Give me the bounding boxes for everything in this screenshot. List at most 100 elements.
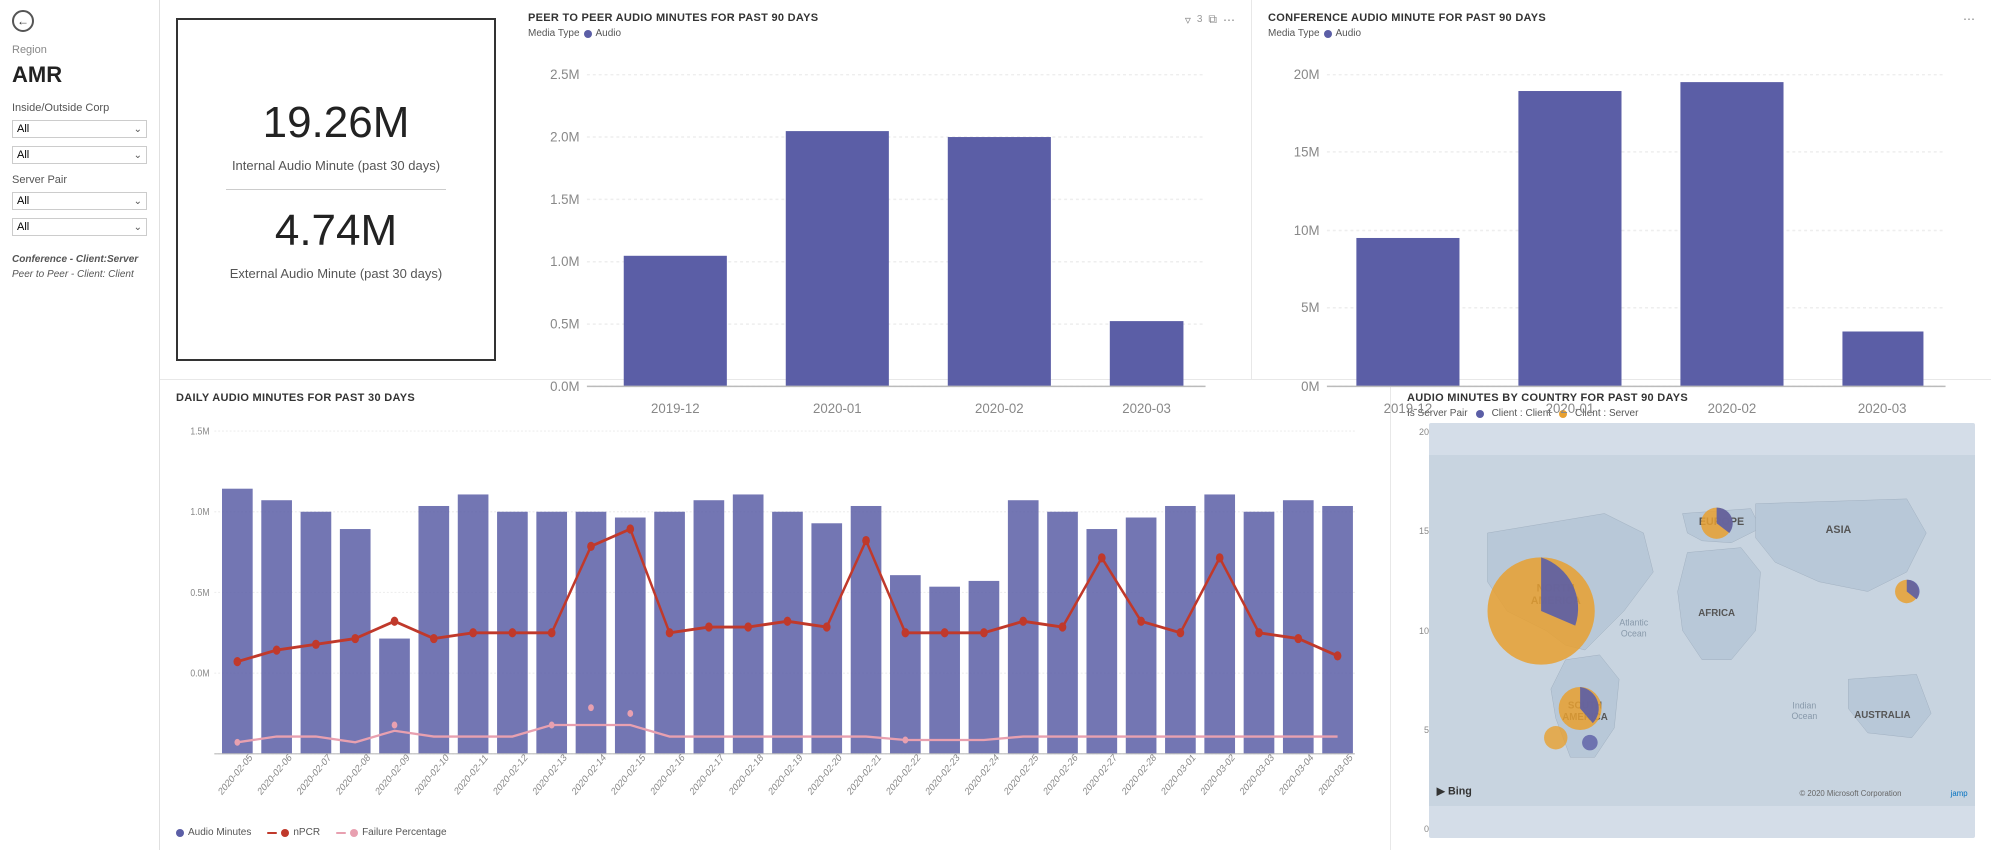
svg-text:2020-02-27: 2020-02-27 xyxy=(1081,752,1119,798)
kpi-value2: 4.74M xyxy=(275,206,397,256)
kpi-card: 19.26M Internal Audio Minute (past 30 da… xyxy=(176,18,496,361)
sidebar: ← Region AMR Inside/Outside Corp All ⌄ A… xyxy=(0,0,160,850)
npcr-legend: nPCR xyxy=(267,827,320,838)
svg-text:© 2020 Microsoft Corporation: © 2020 Microsoft Corporation xyxy=(1800,789,1902,798)
audio-minutes-legend: Audio Minutes xyxy=(176,827,251,838)
kpi-divider xyxy=(226,189,447,190)
svg-text:2020-03-01: 2020-03-01 xyxy=(1160,752,1198,798)
svg-text:2020-02-06: 2020-02-06 xyxy=(256,752,294,798)
svg-text:2020-02-18: 2020-02-18 xyxy=(727,752,765,798)
npcr-dot xyxy=(281,829,289,837)
svg-text:2020-02-28: 2020-02-28 xyxy=(1120,752,1158,798)
svg-text:2020-02-15: 2020-02-15 xyxy=(610,752,648,798)
svg-text:2020-02-26: 2020-02-26 xyxy=(1042,752,1080,798)
svg-text:AUSTRALIA: AUSTRALIA xyxy=(1854,710,1910,721)
server-pair-filter2[interactable]: All ⌄ xyxy=(12,218,147,236)
svg-text:2020-02-16: 2020-02-16 xyxy=(649,752,687,798)
svg-text:2020-02-05: 2020-02-05 xyxy=(217,752,255,798)
back-button[interactable]: ← xyxy=(12,10,147,32)
failure-legend: Failure Percentage xyxy=(336,827,447,838)
svg-text:15M: 15M xyxy=(1294,144,1320,159)
chevron-down-icon3: ⌄ xyxy=(134,196,142,207)
failure-dot xyxy=(350,829,358,837)
inside-outside-filter2[interactable]: All ⌄ xyxy=(12,146,147,164)
inside-outside-filter[interactable]: All ⌄ xyxy=(12,120,147,138)
filter2-label: Server Pair xyxy=(12,174,147,186)
npcr-line-icon xyxy=(267,832,277,834)
svg-text:2020-02-10: 2020-02-10 xyxy=(413,752,451,798)
svg-text:Atlantic: Atlantic xyxy=(1619,618,1648,628)
svg-text:2020-02-09: 2020-02-09 xyxy=(374,752,412,798)
svg-text:jamp: jamp xyxy=(1950,789,1969,798)
svg-text:2020-02-13: 2020-02-13 xyxy=(531,752,569,798)
conference-chart-title: CONFERENCE AUDIO MINUTE FOR PAST 90 DAYS xyxy=(1268,12,1546,24)
svg-text:0.5M: 0.5M xyxy=(550,316,579,331)
svg-text:Ocean: Ocean xyxy=(1791,711,1817,721)
svg-text:2020-03-05: 2020-03-05 xyxy=(1317,752,1355,798)
daily-chart-panel: DAILY AUDIO MINUTES FOR PAST 30 DAYS 1.5… xyxy=(160,380,1391,850)
svg-text:2020-02-19: 2020-02-19 xyxy=(767,752,805,798)
svg-text:AFRICA: AFRICA xyxy=(1698,608,1735,619)
chevron-down-icon2: ⌄ xyxy=(134,150,142,161)
daily-chart-area: 1.5M 1.0M 0.5M 0.0M xyxy=(176,408,1374,823)
map-y-axis: 20 15 10 5 0 xyxy=(1407,423,1429,838)
main-content: 19.26M Internal Audio Minute (past 30 da… xyxy=(160,0,1991,850)
chevron-down-icon4: ⌄ xyxy=(134,222,142,233)
svg-text:2020-02-07: 2020-02-07 xyxy=(295,752,333,798)
svg-text:2.0M: 2.0M xyxy=(550,129,579,144)
top-row: 19.26M Internal Audio Minute (past 30 da… xyxy=(160,0,1991,380)
peer-chart-toolbar: ▿ 3 ⧉ ⋯ xyxy=(1185,12,1235,27)
svg-text:2020-03-02: 2020-03-02 xyxy=(1199,752,1237,798)
region-label: Region xyxy=(12,44,147,56)
map-container: Atlantic Ocean Indian Ocean NORTH AMERIC… xyxy=(1429,423,1975,838)
svg-text:2020-02-11: 2020-02-11 xyxy=(453,752,491,797)
svg-text:0.5M: 0.5M xyxy=(190,587,209,599)
filter-count: 3 xyxy=(1197,14,1203,25)
map-panel: AUDIO MINUTES BY COUNTRY FOR PAST 90 DAY… xyxy=(1391,380,1991,850)
conference-chart-subtitle: Media Type Audio xyxy=(1268,28,1546,39)
conference-chart-dot xyxy=(1324,30,1332,38)
audio-minutes-dot xyxy=(176,829,184,837)
svg-text:2020-02-23: 2020-02-23 xyxy=(924,752,962,798)
expand-icon[interactable]: ⧉ xyxy=(1208,12,1217,27)
svg-text:1.5M: 1.5M xyxy=(190,426,209,438)
svg-text:0M: 0M xyxy=(1301,379,1319,394)
svg-text:2020-02-20: 2020-02-20 xyxy=(806,752,844,798)
server-pair-filter[interactable]: All ⌄ xyxy=(12,192,147,210)
svg-text:▶ Bing: ▶ Bing xyxy=(1436,785,1472,797)
svg-text:Ocean: Ocean xyxy=(1621,628,1647,638)
conference-chart-area: 20M 15M 10M 5M 0M 2019-12 2020-01 2020 xyxy=(1268,45,1975,431)
svg-text:2020-02-24: 2020-02-24 xyxy=(963,751,1002,797)
peer-chart-svg: 2.5M 2.0M 1.5M 1.0M 0.5M 0.0M 2019-12 20… xyxy=(528,45,1235,431)
svg-text:2020-03-03: 2020-03-03 xyxy=(1238,752,1276,798)
svg-text:1.5M: 1.5M xyxy=(550,192,579,207)
failure-line-icon xyxy=(336,832,346,834)
legend-text: Conference - Client:Server Peer to Peer … xyxy=(12,252,147,282)
filter-icon[interactable]: ▿ xyxy=(1185,13,1191,27)
daily-chart-svg: 1.5M 1.0M 0.5M 0.0M xyxy=(176,408,1374,823)
svg-text:5M: 5M xyxy=(1301,300,1319,315)
chevron-down-icon: ⌄ xyxy=(134,124,142,135)
more-icon[interactable]: ⋯ xyxy=(1223,13,1235,27)
svg-text:1.0M: 1.0M xyxy=(550,254,579,269)
svg-text:2019-12: 2019-12 xyxy=(1384,401,1433,416)
peer-chart-dot xyxy=(584,30,592,38)
peer-chart-header: PEER TO PEER AUDIO MINUTES FOR PAST 90 D… xyxy=(528,12,1235,45)
svg-text:2020-02-17: 2020-02-17 xyxy=(688,752,726,798)
conference-chart-header: CONFERENCE AUDIO MINUTE FOR PAST 90 DAYS… xyxy=(1268,12,1975,45)
daily-chart-legend: Audio Minutes nPCR Failure Percentage xyxy=(176,827,1374,838)
peer-chart-panel: PEER TO PEER AUDIO MINUTES FOR PAST 90 D… xyxy=(512,0,1252,379)
bottom-row: DAILY AUDIO MINUTES FOR PAST 30 DAYS 1.5… xyxy=(160,380,1991,850)
svg-text:2020-02-12: 2020-02-12 xyxy=(492,752,530,798)
svg-text:20M: 20M xyxy=(1294,67,1320,82)
peer-chart-area: 2.5M 2.0M 1.5M 1.0M 0.5M 0.0M 2019-12 20… xyxy=(528,45,1235,431)
map-content: 20 15 10 5 0 xyxy=(1407,423,1975,838)
kpi-value1: 19.26M xyxy=(263,98,410,148)
kpi-label1: Internal Audio Minute (past 30 days) xyxy=(232,158,440,173)
back-icon: ← xyxy=(12,10,34,32)
peer-chart-title-group: PEER TO PEER AUDIO MINUTES FOR PAST 90 D… xyxy=(528,12,818,45)
svg-text:2020-02-25: 2020-02-25 xyxy=(1003,752,1041,798)
conf-more-icon[interactable]: ⋯ xyxy=(1963,12,1975,26)
conference-chart-title-group: CONFERENCE AUDIO MINUTE FOR PAST 90 DAYS… xyxy=(1268,12,1546,45)
svg-text:2020-03-04: 2020-03-04 xyxy=(1278,751,1317,797)
